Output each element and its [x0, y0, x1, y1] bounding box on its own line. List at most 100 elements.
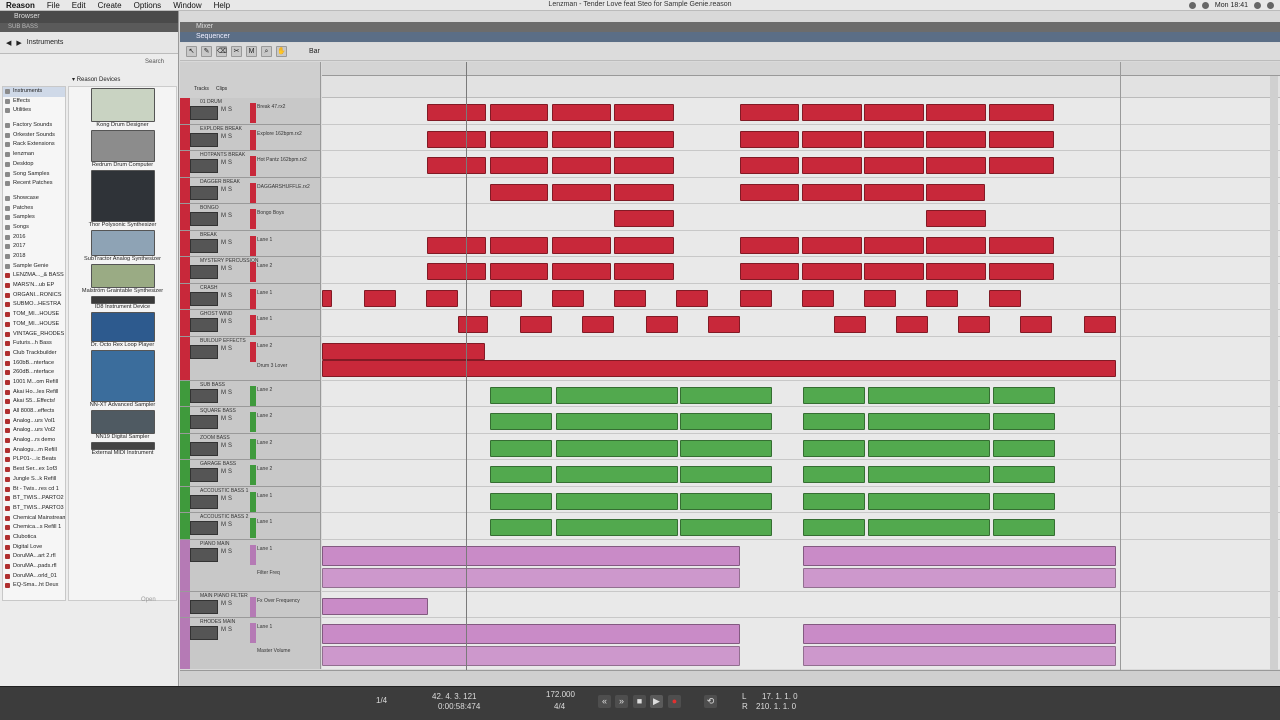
- loop-button[interactable]: ⟲: [704, 695, 717, 708]
- clip[interactable]: [490, 130, 548, 148]
- device-item[interactable]: NN-XT Advanced Sampler: [69, 350, 176, 409]
- automation-lane-name[interactable]: Drum 3 Lover: [257, 363, 287, 369]
- clip[interactable]: [740, 130, 799, 148]
- lane-name[interactable]: Lane 2: [257, 440, 272, 446]
- clip[interactable]: [926, 289, 958, 307]
- track-header[interactable]: DAGGER BREAK MS DAGGARSHUFFLE.rx2: [180, 177, 321, 204]
- clip[interactable]: [958, 316, 990, 333]
- track-row[interactable]: PIANO MAIN MS Lane 1 Filter Freq: [180, 539, 1280, 592]
- location-item[interactable]: Song Samples: [3, 170, 65, 180]
- menu-create[interactable]: Create: [98, 1, 122, 10]
- device-item[interactable]: External MIDI Instrument: [69, 442, 176, 457]
- clip[interactable]: [802, 104, 862, 121]
- clip[interactable]: [490, 519, 552, 536]
- track-header[interactable]: BONGO MS Bongo Boys: [180, 204, 321, 231]
- clip[interactable]: [926, 263, 986, 280]
- rewind-button[interactable]: «: [598, 695, 611, 708]
- lane-name[interactable]: Bongo Boys: [257, 210, 284, 216]
- track-row[interactable]: RHODES MAIN MS Lane 1 Master Volume: [180, 618, 1280, 669]
- location-item[interactable]: PLP01-...ic Beats: [3, 455, 65, 465]
- clip[interactable]: [803, 439, 865, 457]
- track-row[interactable]: BREAK MS Lane 1: [180, 230, 1280, 257]
- location-item[interactable]: Analogu...m Refill: [3, 446, 65, 456]
- clip[interactable]: [614, 183, 674, 201]
- location-item[interactable]: Samples: [3, 213, 65, 223]
- location-item[interactable]: MARS'N...ub EP: [3, 281, 65, 291]
- clip[interactable]: [802, 130, 862, 148]
- track-row[interactable]: EXPLORE BREAK MS Explore 162bpm.rx2: [180, 124, 1280, 151]
- clip[interactable]: [322, 342, 485, 360]
- clip[interactable]: [322, 624, 740, 644]
- location-item[interactable]: Patches: [3, 204, 65, 214]
- track-name[interactable]: ACCOUSTIC BASS 1: [200, 488, 248, 494]
- clip[interactable]: [803, 624, 1116, 644]
- track-name[interactable]: DAGGER BREAK: [200, 179, 240, 185]
- device-item[interactable]: Kong Drum Designer: [69, 88, 176, 129]
- clip[interactable]: [802, 289, 834, 307]
- location-item[interactable]: 2016: [3, 233, 65, 243]
- clip[interactable]: [614, 130, 674, 148]
- location-item[interactable]: Effects: [3, 97, 65, 107]
- track-name[interactable]: SUB BASS: [200, 382, 225, 388]
- clip[interactable]: [993, 519, 1055, 536]
- automation-clip[interactable]: [803, 646, 1116, 666]
- clip[interactable]: [868, 386, 990, 404]
- location-item[interactable]: VINTAGE_RHODES: [3, 330, 65, 340]
- playhead[interactable]: [466, 62, 467, 670]
- track-name[interactable]: PIANO MAIN: [200, 541, 229, 547]
- mute-solo-buttons[interactable]: MS: [221, 390, 234, 396]
- track-name[interactable]: ZOOM BASS: [200, 435, 230, 441]
- location-item[interactable]: DoruMA...orld_01: [3, 572, 65, 582]
- clip[interactable]: [989, 236, 1054, 254]
- device-item[interactable]: Dr. Octo Rex Loop Player: [69, 312, 176, 349]
- location-item[interactable]: Club Trackbuilder: [3, 349, 65, 359]
- track-name[interactable]: BREAK: [200, 232, 217, 238]
- location-item[interactable]: 2018: [3, 252, 65, 262]
- clip[interactable]: [864, 289, 896, 307]
- lane-name[interactable]: Lane 2: [257, 343, 272, 349]
- track-header[interactable]: MYSTERY PERCUSSION MS Lane 2: [180, 257, 321, 284]
- location-item[interactable]: 260dB...nterface: [3, 368, 65, 378]
- clip[interactable]: [490, 157, 548, 174]
- clip[interactable]: [802, 157, 862, 174]
- menu-file[interactable]: File: [47, 1, 60, 10]
- quantize-value[interactable]: 1/4: [376, 696, 387, 705]
- clip[interactable]: [646, 316, 678, 333]
- track-name[interactable]: BONGO: [200, 205, 219, 211]
- clip[interactable]: [680, 413, 772, 430]
- track-row[interactable]: 01 DRUM MS Break 47.rx2: [180, 98, 1280, 125]
- location-item[interactable]: Songs: [3, 223, 65, 233]
- clip[interactable]: [740, 263, 799, 280]
- menu-options[interactable]: Options: [134, 1, 162, 10]
- clip[interactable]: [740, 104, 799, 121]
- clip[interactable]: [868, 492, 990, 510]
- track-row[interactable]: MAIN PIANO FILTER MS Fx Over Frequency: [180, 591, 1280, 618]
- lane-name[interactable]: Lane 1: [257, 316, 272, 322]
- clip[interactable]: [556, 413, 678, 430]
- clip[interactable]: [868, 466, 990, 483]
- location-item[interactable]: Analog...urs Vol1: [3, 417, 65, 427]
- clip[interactable]: [490, 236, 548, 254]
- track-header[interactable]: ZOOM BASS MS Lane 2: [180, 433, 321, 460]
- clip[interactable]: [834, 316, 866, 333]
- clip[interactable]: [926, 157, 986, 174]
- track-name[interactable]: 01 DRUM: [200, 99, 222, 105]
- location-item[interactable]: ORGANI...RONICS: [3, 291, 65, 301]
- location-item[interactable]: 1001 M...om Refill: [3, 378, 65, 388]
- mute-solo-buttons[interactable]: MS: [221, 443, 234, 449]
- clip[interactable]: [864, 236, 924, 254]
- clip[interactable]: [556, 386, 678, 404]
- clip[interactable]: [614, 210, 674, 227]
- clip[interactable]: [556, 439, 678, 457]
- mute-tool-icon[interactable]: M: [246, 46, 257, 57]
- track-name[interactable]: ACCOUSTIC BASS 2: [200, 514, 248, 520]
- clip[interactable]: [490, 439, 552, 457]
- clip[interactable]: [427, 263, 486, 280]
- location-item[interactable]: Rack Extensions: [3, 140, 65, 150]
- battery-icon[interactable]: [1201, 2, 1209, 9]
- clip[interactable]: [614, 104, 674, 121]
- horizontal-scrollbar[interactable]: [180, 670, 1280, 686]
- mute-solo-buttons[interactable]: MS: [221, 496, 234, 502]
- mute-solo-buttons[interactable]: MS: [221, 469, 234, 475]
- play-button[interactable]: ▶: [650, 695, 663, 708]
